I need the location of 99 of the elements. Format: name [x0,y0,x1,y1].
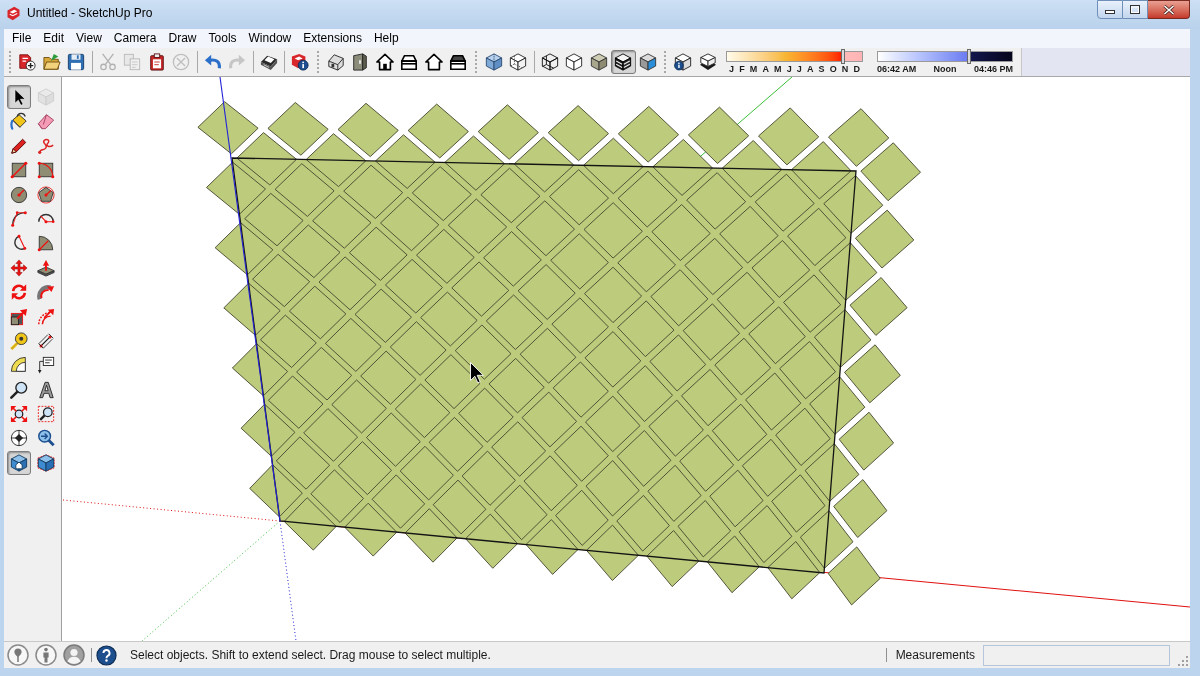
menu-item[interactable]: Camera [107,29,163,48]
time-label: 04:46 PM [973,63,1013,74]
circle-cross-icon [172,53,191,71]
month-label: F [739,63,745,74]
help-icon [96,644,117,666]
house-icon [424,53,443,71]
toolbar-button[interactable] [611,50,636,74]
month-label: S [818,63,825,74]
printer-icon [259,53,278,71]
rectangle-arc-icon [37,161,55,180]
time-label: 06:42 AM [877,63,917,74]
cube-icon [614,53,633,71]
box-icon [37,88,55,106]
month-label: A [806,63,814,74]
month-label: N [841,63,849,74]
undo-icon [203,53,222,71]
copy-icon [123,53,142,71]
month-label: M [774,63,782,74]
circle-icon [10,185,28,204]
slider-thumb[interactable] [967,48,972,64]
month-label: J [796,63,802,74]
resize-icon [10,307,28,326]
tray-icon [400,53,419,71]
month-label: D [853,63,860,74]
menu-item[interactable]: View [70,29,108,48]
box-info-icon [674,53,693,71]
window-title: Untitled - SketchUp Pro [27,6,153,21]
rectangle-icon [10,161,28,180]
clipboard-icon [147,53,166,71]
house-icon [375,53,394,71]
cube-icon [509,53,528,71]
tool-button[interactable] [7,450,31,475]
curved-arrow-icon [37,283,55,302]
cursor-icon [470,362,484,384]
scissors-icon [98,53,117,71]
measurements-field[interactable] [983,644,1170,666]
cabinet-icon [351,53,370,71]
magnifier-frame-icon [37,405,55,424]
app-logo-icon [6,6,21,21]
house-cube-icon [37,453,55,472]
pie-icon [37,234,55,253]
info-badge-icon [291,53,310,71]
menu-item[interactable]: Window [242,29,298,48]
magnifier-icon [10,380,28,399]
magnifier-arrows-icon [10,405,28,424]
label-box-icon [37,356,55,375]
offset-arc-icon [37,307,55,326]
resize-grip-icon [1178,656,1188,666]
maximize-button[interactable] [1123,0,1148,19]
squiggle-icon [37,136,55,155]
cube-icon [484,53,503,71]
cube-icon [638,53,657,71]
paint-bucket-icon [10,112,28,131]
four-arrows-icon [10,258,28,277]
building-icon [326,53,345,71]
arc-icon [10,209,28,228]
box-shadow-icon [698,53,717,71]
document-plus-icon [18,53,37,71]
month-label: O [829,63,837,74]
time-label: Noon [933,63,957,74]
minimize-icon [1105,10,1115,14]
month-label: M [749,63,758,74]
letter-shape-icon [37,380,55,399]
menu-item[interactable]: Tools [202,29,243,48]
eraser-icon [37,112,55,131]
month-label: J [729,63,734,74]
month-slider[interactable] [726,50,863,62]
menu-item[interactable]: File [6,29,38,48]
folder-icon [42,53,61,71]
menu-item[interactable]: Extensions [297,29,368,48]
minimize-button[interactable] [1097,0,1123,19]
tape-measure-icon [10,331,28,350]
month-label: A [762,63,769,74]
circle-diamond-icon [10,429,28,448]
magnifier-arrow-icon [37,429,55,448]
redo-icon [228,53,247,71]
measurements-label: Measurements [895,647,975,663]
close-button[interactable] [1148,0,1190,19]
dimension-icon [37,331,55,350]
pencil-icon [10,136,28,155]
slab-arrow-icon [37,258,55,277]
cube-icon [540,53,559,71]
cube-icon [589,53,608,71]
pentagon-icon [37,185,55,204]
menu-item[interactable]: Edit [37,29,71,48]
protractor-icon [10,356,28,375]
status-message: Select objects. Shift to extend select. Drag mouse to select multiple. [130,647,491,663]
cube-icon [565,53,584,71]
house-cube-icon [10,453,28,472]
maximize-icon [1130,5,1140,14]
tray-icon [449,53,468,71]
rotate-icon [10,283,28,302]
time-slider[interactable] [877,50,1013,62]
month-label: J [786,63,792,74]
close-icon [1162,4,1175,15]
menu-item[interactable]: Help [367,29,405,48]
slider-thumb[interactable] [841,48,846,64]
menu-item[interactable]: Draw [162,29,203,48]
tool-button[interactable] [7,85,31,109]
